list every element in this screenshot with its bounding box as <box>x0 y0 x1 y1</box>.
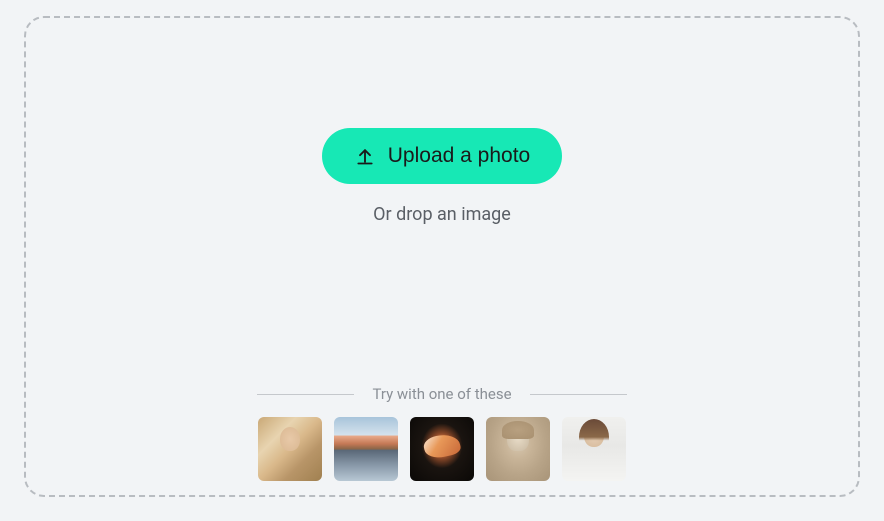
upload-icon <box>354 145 376 167</box>
divider-right <box>530 394 627 395</box>
drop-hint-text: Or drop an image <box>373 204 511 225</box>
upload-dropzone[interactable]: Upload a photo Or drop an image Try with… <box>24 16 860 497</box>
sample-thumb-mountain-landscape[interactable] <box>334 417 398 481</box>
sample-thumb-woman-portrait-blonde[interactable] <box>258 417 322 481</box>
samples-label-row: Try with one of these <box>257 385 627 403</box>
divider-left <box>257 394 354 395</box>
sample-thumb-sneaker-product[interactable] <box>410 417 474 481</box>
sample-thumb-woman-sunglasses-white[interactable] <box>562 417 626 481</box>
sample-thumb-vintage-portrait-sepia[interactable] <box>486 417 550 481</box>
samples-label: Try with one of these <box>372 385 511 403</box>
upload-section: Upload a photo Or drop an image <box>322 128 562 225</box>
samples-row <box>258 417 626 481</box>
samples-section: Try with one of these <box>26 385 858 481</box>
upload-button-label: Upload a photo <box>388 144 530 168</box>
upload-button[interactable]: Upload a photo <box>322 128 562 184</box>
